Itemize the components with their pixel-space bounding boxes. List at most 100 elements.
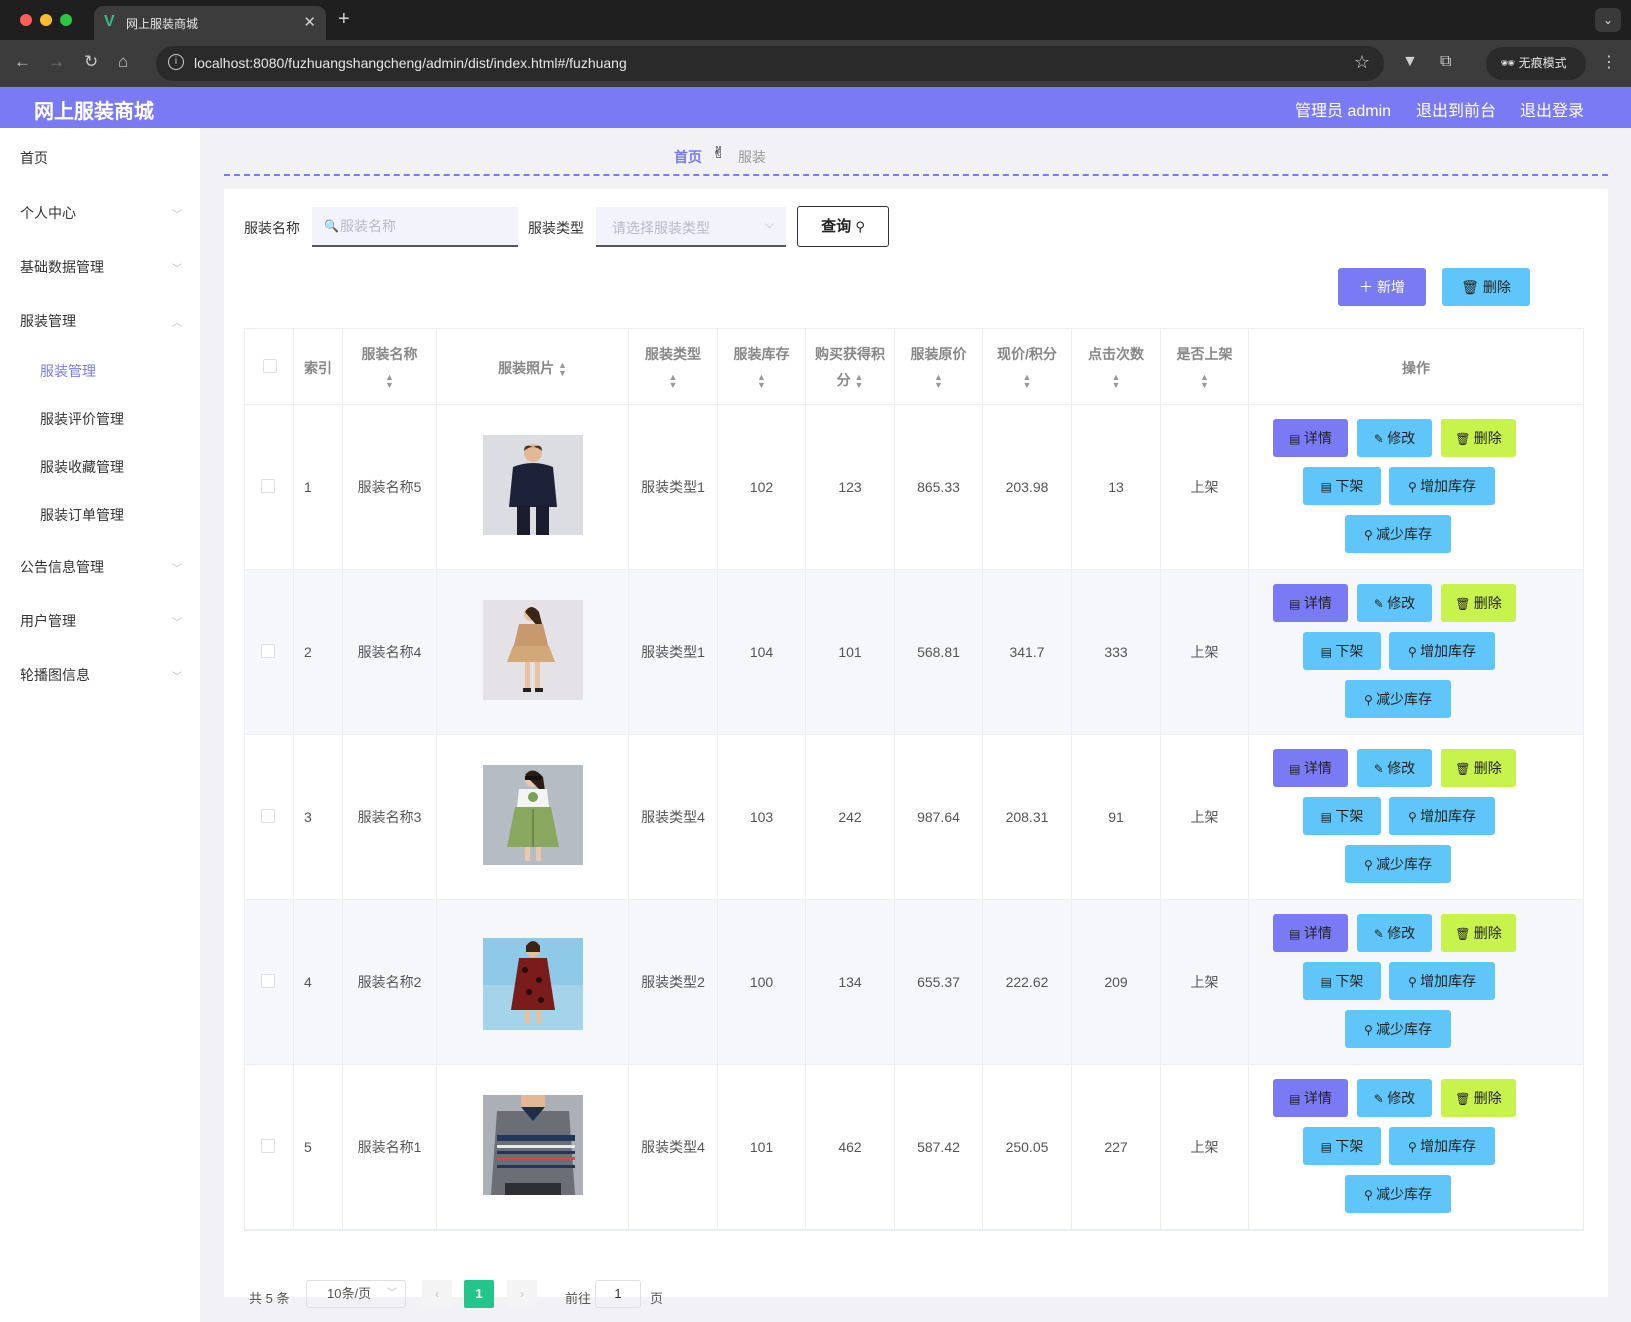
sidebar-sub-favorites[interactable]: 服装收藏管理 — [40, 457, 124, 477]
sidebar-sub-orders[interactable]: 服装订单管理 — [40, 505, 124, 525]
site-info-icon[interactable]: i — [168, 54, 184, 70]
row-checkbox[interactable] — [261, 974, 275, 988]
sidebar-sub-clothing[interactable]: 服装管理 — [40, 361, 96, 381]
query-button[interactable]: 查询 ⚲ — [797, 206, 889, 247]
exit-to-front-link[interactable]: 退出到前台 — [1416, 97, 1496, 121]
bookmark-star-icon[interactable]: ☆ — [1354, 52, 1370, 73]
search-name-input[interactable] — [340, 207, 510, 245]
reduce-stock-button[interactable]: ⚲ 减少库存 — [1345, 1175, 1451, 1213]
offshelf-button[interactable]: ▤ 下架 — [1303, 797, 1381, 835]
search-type-select[interactable]: 请选择服装类型 ⌵ — [596, 207, 786, 247]
sidebar-item-carousel[interactable]: 轮播图信息 — [20, 665, 90, 685]
prev-page-button[interactable]: ‹ — [422, 1280, 452, 1308]
address-bar[interactable]: i localhost:8080/fuzhuangshangcheng/admi… — [156, 46, 1384, 81]
delete-button[interactable]: 🗑 删除 — [1441, 1079, 1516, 1117]
clothing-photo[interactable] — [482, 600, 583, 700]
edit-button[interactable]: ✎ 修改 — [1357, 419, 1432, 457]
sort-icon[interactable]: ▲ ▼ — [1200, 373, 1209, 390]
delete-button[interactable]: 🗑 删除 — [1441, 584, 1516, 622]
sort-icon[interactable]: ▲ ▼ — [757, 373, 766, 390]
reduce-stock-button[interactable]: ⚲ 减少库存 — [1345, 515, 1451, 553]
close-tab-icon[interactable]: ✕ — [303, 13, 316, 31]
browser-tab[interactable]: V 网上服装商城 ✕ — [94, 6, 326, 40]
delete-button[interactable]: 🗑 删除 — [1441, 419, 1516, 457]
offshelf-button[interactable]: ▤ 下架 — [1303, 1127, 1381, 1165]
add-stock-button[interactable]: ⚲ 增加库存 — [1389, 632, 1495, 670]
sidebar-item-personal-center[interactable]: 个人中心 — [20, 203, 76, 223]
offshelf-button[interactable]: ▤ 下架 — [1303, 632, 1381, 670]
edit-button[interactable]: ✎ 修改 — [1357, 914, 1432, 952]
add-stock-button[interactable]: ⚲ 增加库存 — [1389, 1127, 1495, 1165]
sort-icon[interactable]: ▲ ▼ — [558, 361, 567, 378]
detail-button[interactable]: ▤ 详情 — [1273, 749, 1348, 787]
row-checkbox[interactable] — [261, 644, 275, 658]
offshelf-button[interactable]: ▤ 下架 — [1303, 962, 1381, 1000]
add-stock-button[interactable]: ⚲ 增加库存 — [1389, 797, 1495, 835]
extension-v-icon[interactable]: ▼ — [1402, 53, 1418, 71]
offshelf-button[interactable]: ▤ 下架 — [1303, 467, 1381, 505]
breadcrumb-home[interactable]: 首页 — [674, 149, 702, 165]
row-checkbox[interactable] — [261, 809, 275, 823]
reduce-stock-button[interactable]: ⚲ 减少库存 — [1345, 845, 1451, 883]
close-window-button[interactable] — [20, 14, 32, 26]
home-icon[interactable]: ⌂ — [118, 52, 128, 72]
detail-button[interactable]: ▤ 详情 — [1273, 419, 1348, 457]
incognito-badge[interactable]: 🕶 无痕模式 — [1486, 47, 1586, 80]
maximize-window-button[interactable] — [60, 14, 72, 26]
page-number-current[interactable]: 1 — [464, 1280, 494, 1308]
reload-icon[interactable]: ↻ — [84, 52, 98, 72]
sort-icon[interactable]: ▲ ▼ — [854, 373, 863, 390]
clothing-photo[interactable] — [482, 930, 583, 1030]
sort-icon[interactable]: ▲ ▼ — [669, 373, 678, 390]
sidebar-item-announcements[interactable]: 公告信息管理 — [20, 557, 104, 577]
edit-button[interactable]: ✎ 修改 — [1357, 1079, 1432, 1117]
header-type[interactable]: 服装类型 ▲ ▼ — [629, 329, 718, 405]
back-icon[interactable]: ← — [14, 52, 31, 72]
row-checkbox[interactable] — [261, 1139, 275, 1153]
header-clicks[interactable]: 点击次数 ▲ ▼ — [1072, 329, 1161, 405]
edit-button[interactable]: ✎ 修改 — [1357, 584, 1432, 622]
row-checkbox[interactable] — [261, 479, 275, 493]
goto-page-input[interactable]: 1 — [595, 1280, 641, 1308]
delete-button[interactable]: 🗑 删除 — [1441, 749, 1516, 787]
new-tab-button[interactable]: + — [338, 8, 350, 31]
header-stock[interactable]: 服装库存 ▲ ▼ — [718, 329, 806, 405]
header-onsale[interactable]: 是否上架 ▲ ▼ — [1161, 329, 1249, 405]
next-page-button[interactable]: › — [507, 1280, 537, 1308]
tab-search-button[interactable]: ⌄ — [1595, 8, 1621, 32]
page-size-select[interactable]: 10条/页 ﹀ — [306, 1280, 406, 1308]
sort-icon[interactable]: ▲ ▼ — [1112, 373, 1121, 390]
clothing-photo[interactable] — [482, 765, 583, 865]
extensions-puzzle-icon[interactable]: ⧉ — [1440, 53, 1451, 71]
forward-icon[interactable]: → — [48, 52, 65, 72]
sidebar-item-users[interactable]: 用户管理 — [20, 611, 76, 631]
detail-button[interactable]: ▤ 详情 — [1273, 914, 1348, 952]
batch-delete-button[interactable]: 🗑 删除 — [1442, 268, 1530, 306]
browser-menu-icon[interactable]: ⋮ — [1601, 52, 1617, 72]
header-cur-price[interactable]: 现价/积分 ▲ ▼ — [983, 329, 1072, 405]
sort-icon[interactable]: ▲ ▼ — [1023, 373, 1032, 390]
logout-link[interactable]: 退出登录 — [1520, 97, 1584, 121]
sort-icon[interactable]: ▲ ▼ — [385, 373, 394, 390]
sidebar-item-home[interactable]: 首页 — [20, 148, 48, 168]
sidebar-sub-reviews[interactable]: 服装评价管理 — [40, 409, 124, 429]
header-name[interactable]: 服装名称 ▲ ▼ — [343, 329, 437, 405]
header-points[interactable]: 购买获得积分 ▲ ▼ — [806, 329, 895, 405]
clothing-photo[interactable] — [482, 435, 583, 535]
sort-icon[interactable]: ▲ ▼ — [934, 373, 943, 390]
add-stock-button[interactable]: ⚲ 增加库存 — [1389, 467, 1495, 505]
header-photo[interactable]: 服装照片 ▲ ▼ — [437, 329, 629, 405]
add-stock-button[interactable]: ⚲ 增加库存 — [1389, 962, 1495, 1000]
sidebar-item-clothing-mgmt[interactable]: 服装管理 — [20, 311, 76, 331]
url-text[interactable]: localhost:8080/fuzhuangshangcheng/admin/… — [194, 55, 627, 71]
delete-button[interactable]: 🗑 删除 — [1441, 914, 1516, 952]
minimize-window-button[interactable] — [40, 14, 52, 26]
add-button[interactable]: ＋ 新增 — [1338, 268, 1426, 306]
header-orig-price[interactable]: 服装原价 ▲ ▼ — [895, 329, 983, 405]
detail-button[interactable]: ▤ 详情 — [1273, 584, 1348, 622]
reduce-stock-button[interactable]: ⚲ 减少库存 — [1345, 1010, 1451, 1048]
detail-button[interactable]: ▤ 详情 — [1273, 1079, 1348, 1117]
select-all-checkbox[interactable] — [263, 359, 277, 373]
reduce-stock-button[interactable]: ⚲ 减少库存 — [1345, 680, 1451, 718]
clothing-photo[interactable] — [482, 1095, 583, 1195]
